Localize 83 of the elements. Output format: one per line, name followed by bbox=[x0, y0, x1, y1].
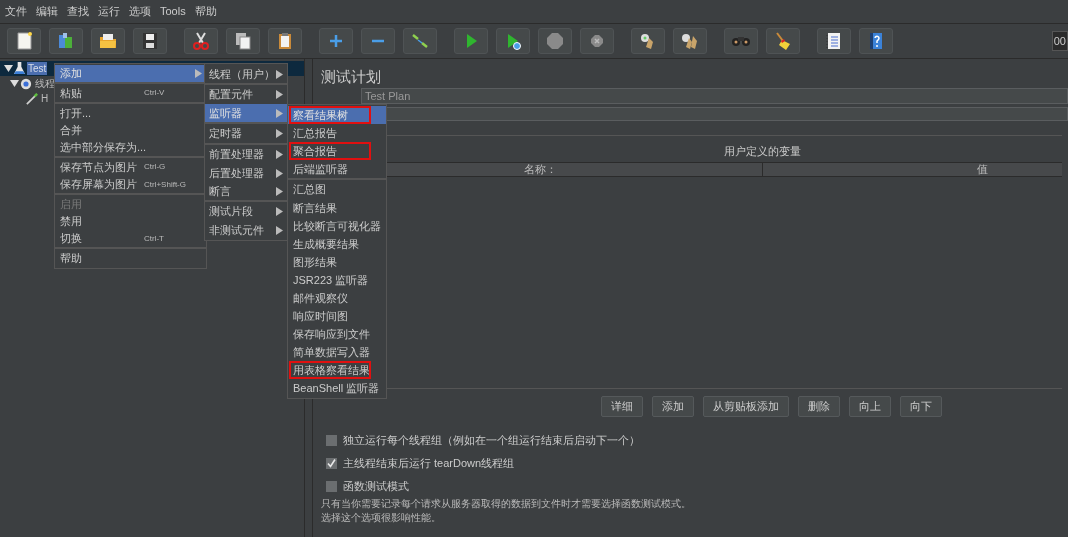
tree-node[interactable]: 线程 bbox=[34, 77, 56, 90]
table-button[interactable]: 详细 bbox=[601, 396, 643, 417]
stop-icon bbox=[544, 30, 566, 52]
minus-icon bbox=[371, 39, 385, 43]
menu-bar-item[interactable]: 查找 bbox=[67, 3, 89, 20]
menu-bar-item[interactable]: 选项 bbox=[129, 3, 151, 20]
table-button[interactable]: 从剪贴板添加 bbox=[703, 396, 789, 417]
menu-item[interactable]: 汇总报告 bbox=[288, 124, 386, 142]
menu-item[interactable]: 断言结果 bbox=[288, 199, 386, 217]
option-label: 函数测试模式 bbox=[343, 478, 409, 494]
menu-item[interactable]: 生成概要结果 bbox=[288, 235, 386, 253]
menu-item[interactable]: 聚合报告 bbox=[288, 142, 386, 160]
toolbar-button[interactable] bbox=[673, 28, 707, 54]
menu-item[interactable]: 断言 bbox=[205, 182, 287, 200]
menu-item[interactable]: 后置处理器 bbox=[205, 164, 287, 182]
option-label: 独立运行每个线程组（例如在一个组运行结束后启动下一个） bbox=[343, 432, 640, 448]
submenu-arrow-icon bbox=[276, 69, 283, 79]
scissors-icon bbox=[190, 30, 212, 52]
pipette-icon bbox=[26, 92, 38, 105]
clock-field: 00 bbox=[1051, 31, 1068, 51]
menu-item[interactable]: 禁用 bbox=[55, 213, 206, 230]
table-button[interactable]: 添加 bbox=[652, 396, 694, 417]
submenu-arrow-icon bbox=[195, 69, 202, 78]
menu-item[interactable]: 选中部分保存为... bbox=[55, 139, 206, 156]
tree-node[interactable]: Test bbox=[27, 62, 48, 75]
table-button[interactable]: 向上 bbox=[849, 396, 891, 417]
panel-title: 测试计划 bbox=[320, 67, 382, 87]
checkbox[interactable] bbox=[326, 457, 337, 469]
menu-item[interactable]: 监听器 bbox=[205, 104, 287, 122]
expand-icon[interactable] bbox=[4, 64, 13, 73]
expand-icon[interactable] bbox=[10, 79, 19, 88]
menu-item[interactable]: 察看结果树 bbox=[288, 106, 386, 124]
toolbar-button[interactable] bbox=[133, 28, 167, 54]
toolbar-button[interactable] bbox=[631, 28, 665, 54]
menu-item[interactable]: 添加 bbox=[55, 65, 206, 82]
menu-item[interactable]: BeanShell 监听器 bbox=[288, 379, 386, 397]
checkbox[interactable] bbox=[326, 480, 337, 492]
binoculars-icon bbox=[732, 36, 750, 46]
table-button[interactable]: 向下 bbox=[900, 396, 942, 417]
toolbar-button[interactable] bbox=[184, 28, 218, 54]
menu-item[interactable]: 线程（用户） bbox=[205, 65, 287, 83]
menu-item[interactable]: 保存响应到文件 bbox=[288, 325, 386, 343]
submenu-arrow-icon bbox=[276, 129, 283, 138]
menu-item[interactable]: 合并 bbox=[55, 122, 206, 139]
menu-bar-item[interactable]: 编辑 bbox=[36, 3, 58, 20]
shortcut-text: Ctrl-G bbox=[144, 161, 166, 173]
toolbar-button[interactable] bbox=[859, 28, 893, 54]
toolbar-button[interactable] bbox=[7, 28, 41, 54]
shortcut-text: Ctrl-T bbox=[144, 232, 164, 245]
tree-node[interactable]: H bbox=[40, 92, 50, 105]
toolbar-button[interactable] bbox=[496, 28, 530, 54]
note-text: 选择这个选项很影响性能。 bbox=[321, 511, 442, 525]
menu-item[interactable]: 保存屏幕为图片 Ctrl+Shift-G bbox=[55, 176, 206, 193]
toolbar-button[interactable] bbox=[49, 28, 83, 54]
menu-item[interactable]: 比较断言可视化器 bbox=[288, 217, 386, 235]
menu-bar-item[interactable]: Tools bbox=[160, 3, 186, 20]
menu-bar-item[interactable]: 文件 bbox=[5, 3, 27, 20]
menu-item[interactable]: 帮助 bbox=[55, 247, 206, 267]
menu-item[interactable]: 邮件观察仪 bbox=[288, 289, 386, 307]
menu-item[interactable]: 用表格察看结果 bbox=[288, 361, 386, 379]
flask-icon bbox=[14, 62, 25, 75]
checkbox[interactable] bbox=[326, 434, 337, 446]
toolbar-button[interactable] bbox=[268, 28, 302, 54]
toolbar-button[interactable] bbox=[817, 28, 851, 54]
menu-item[interactable]: JSR223 监听器 bbox=[288, 271, 386, 289]
menu-item[interactable]: 响应时间图 bbox=[288, 307, 386, 325]
table-button[interactable]: 删除 bbox=[798, 396, 840, 417]
toolbar-button[interactable] bbox=[766, 28, 800, 54]
menu-item[interactable]: 非测试元件 bbox=[205, 221, 287, 239]
menu-item[interactable]: 汇总图 bbox=[288, 178, 386, 199]
option-label: 主线程结束后运行 tearDown线程组 bbox=[343, 455, 515, 471]
menu-bar-item[interactable]: 帮助 bbox=[194, 3, 217, 20]
menu-item[interactable]: 图形结果 bbox=[288, 253, 386, 271]
variables-title: 用户定义的变量 bbox=[724, 143, 801, 159]
toolbar-button[interactable] bbox=[226, 28, 260, 54]
note-text: 只有当你需要记录每个请求从服务器取得的数据到文件时才需要选择函数测试模式。 bbox=[321, 497, 692, 511]
menu-item[interactable]: 切换 Ctrl-T bbox=[55, 230, 206, 247]
shortcut-text: Ctrl+Shift-G bbox=[144, 178, 186, 191]
toolbar-button[interactable] bbox=[91, 28, 125, 54]
menu-item[interactable]: 简单数据写入器 bbox=[288, 343, 386, 361]
column-header[interactable]: 值 bbox=[763, 163, 1062, 176]
shortcut-text: Ctrl-V bbox=[144, 87, 165, 99]
menu-bar-item[interactable]: 运行 bbox=[98, 3, 120, 20]
